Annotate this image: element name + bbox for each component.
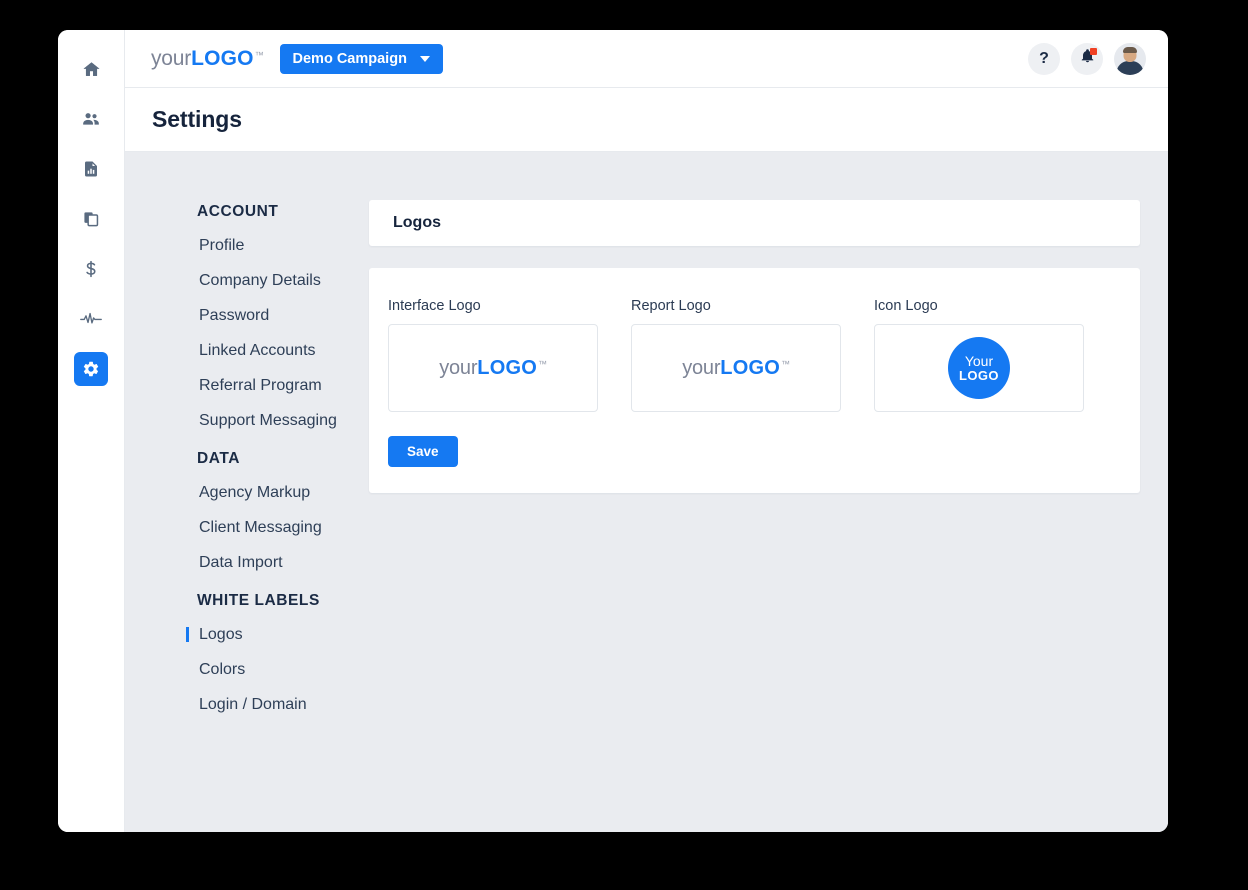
sidebar-item-login-domain[interactable]: Login / Domain <box>197 696 369 714</box>
nav-group-title-white-labels: WHITE LABELS <box>197 592 320 609</box>
logo-slot-label-icon: Icon Logo <box>874 298 938 314</box>
save-button[interactable]: Save <box>388 436 458 467</box>
question-mark-icon: ? <box>1039 49 1049 67</box>
rail-item-billing[interactable] <box>74 252 108 286</box>
home-icon <box>82 60 101 79</box>
report-logo-tm: ™ <box>780 358 790 369</box>
top-bar-actions: ? <box>1028 42 1146 75</box>
logo-upload-box-report[interactable]: your LOGO ™ <box>631 324 841 412</box>
icon-logo-prefix: Your <box>964 352 994 369</box>
documents-icon <box>82 210 100 228</box>
pulse-icon <box>80 311 102 327</box>
brand-logo-tm: ™ <box>254 49 264 60</box>
top-bar: your LOGO ™ Demo Campaign ? <box>125 30 1168 88</box>
nav-group-white-labels: WHITE LABELS Logos Colors Login / Domain <box>186 592 369 714</box>
content-area: ACCOUNT Profile Company Details Password… <box>125 152 1168 832</box>
sidebar-item-linked-accounts[interactable]: Linked Accounts <box>197 342 369 360</box>
interface-logo-preview: your LOGO ™ <box>439 357 547 380</box>
icon-logo-preview: Your LOGO <box>948 337 1010 399</box>
logos-body-panel: Interface Logo your LOGO ™ Report Logo y… <box>369 268 1140 493</box>
interface-logo-strong: LOGO <box>477 356 537 379</box>
rail-item-home[interactable] <box>74 52 108 86</box>
icon-rail <box>58 30 124 832</box>
sidebar-item-referral-program[interactable]: Referral Program <box>197 377 369 395</box>
logos-header-title: Logos <box>393 214 441 231</box>
page-title: Settings <box>152 106 242 132</box>
sidebar-item-company-details[interactable]: Company Details <box>197 272 369 290</box>
users-icon <box>81 109 101 129</box>
brand-logo-prefix: your <box>151 46 192 70</box>
app-window: your LOGO ™ Demo Campaign ? Settings ACC… <box>58 30 1168 832</box>
nav-group-data: DATA Agency Markup Client Messaging Data… <box>197 450 369 572</box>
avatar-hair <box>1123 46 1137 53</box>
nav-group-account: ACCOUNT Profile Company Details Password… <box>197 203 369 430</box>
nav-group-title-data: DATA <box>197 450 240 467</box>
logos-header-panel: Logos <box>369 200 1140 246</box>
dollar-icon <box>82 259 100 279</box>
campaign-selector-label: Demo Campaign <box>292 50 407 67</box>
page-title-bar: Settings <box>125 88 1168 152</box>
logo-slot-label-report: Report Logo <box>631 298 711 314</box>
sidebar-item-colors[interactable]: Colors <box>197 661 369 679</box>
sidebar-item-support-messaging[interactable]: Support Messaging <box>197 412 369 430</box>
settings-nav: ACCOUNT Profile Company Details Password… <box>186 200 369 832</box>
rail-item-clients[interactable] <box>74 102 108 136</box>
logo-slot-report: Report Logo your LOGO ™ <box>631 298 841 412</box>
sidebar-item-profile[interactable]: Profile <box>197 237 369 255</box>
logo-slot-interface: Interface Logo your LOGO ™ <box>388 298 598 412</box>
report-logo-prefix: your <box>682 356 721 379</box>
help-button[interactable]: ? <box>1028 42 1060 75</box>
logo-slot-label-interface: Interface Logo <box>388 298 481 314</box>
icon-logo-strong: LOGO <box>959 367 999 383</box>
rail-item-reports[interactable] <box>74 152 108 186</box>
report-logo-preview: your LOGO ™ <box>682 357 790 380</box>
sidebar-item-client-messaging[interactable]: Client Messaging <box>197 519 369 537</box>
interface-logo-prefix: your <box>439 356 478 379</box>
interface-logo-tm: ™ <box>537 358 547 369</box>
avatar-body <box>1116 60 1144 75</box>
sidebar-item-password[interactable]: Password <box>197 307 369 325</box>
chevron-down-icon <box>419 55 430 62</box>
main-column: your LOGO ™ Demo Campaign ? Settings ACC… <box>124 30 1168 832</box>
avatar[interactable] <box>1114 42 1146 75</box>
brand-logo-strong: LOGO <box>191 46 254 70</box>
report-logo-strong: LOGO <box>720 356 780 379</box>
gear-icon <box>82 360 100 378</box>
sidebar-item-agency-markup[interactable]: Agency Markup <box>197 484 369 502</box>
sidebar-item-logos[interactable]: Logos <box>186 626 369 644</box>
logo-upload-box-interface[interactable]: your LOGO ™ <box>388 324 598 412</box>
panels: Logos Interface Logo your LOGO ™ Report … <box>369 200 1140 832</box>
logo-row: Interface Logo your LOGO ™ Report Logo y… <box>388 298 1116 412</box>
rail-item-settings[interactable] <box>74 352 108 386</box>
brand-logo[interactable]: your LOGO ™ <box>151 47 264 71</box>
campaign-selector-button[interactable]: Demo Campaign <box>279 43 443 74</box>
report-icon <box>82 160 100 178</box>
logo-slot-icon: Icon Logo Your LOGO <box>874 298 1084 412</box>
nav-group-title-account: ACCOUNT <box>197 203 279 220</box>
notifications-button[interactable] <box>1071 42 1103 75</box>
rail-item-documents[interactable] <box>74 202 108 236</box>
logo-upload-box-icon[interactable]: Your LOGO <box>874 324 1084 412</box>
rail-item-activity[interactable] <box>74 302 108 336</box>
sidebar-item-data-import[interactable]: Data Import <box>197 554 369 572</box>
notification-badge <box>1090 47 1097 55</box>
